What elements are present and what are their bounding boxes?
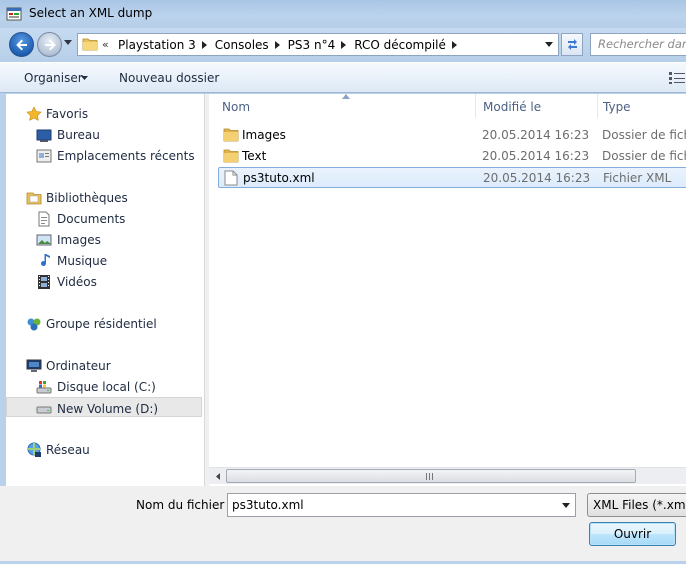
horizontal-scrollbar[interactable] xyxy=(209,467,686,484)
view-options-icon[interactable] xyxy=(669,72,685,84)
nav-item-favorites[interactable]: Favoris xyxy=(6,104,202,124)
picture-icon xyxy=(36,234,52,246)
nav-item-documents[interactable]: Documents xyxy=(6,209,202,229)
column-divider[interactable] xyxy=(597,94,598,118)
breadcrumb-item[interactable]: RCO décompilé xyxy=(352,34,463,55)
scroll-left-button[interactable] xyxy=(209,468,226,484)
homegroup-icon xyxy=(27,318,41,331)
open-button[interactable]: Ouvrir xyxy=(589,522,676,546)
xml-file-icon xyxy=(224,170,238,186)
nav-item-desktop[interactable]: Bureau xyxy=(6,125,202,145)
breadcrumb-overflow[interactable]: « xyxy=(102,38,109,51)
title-bar[interactable]: Select an XML dump xyxy=(0,0,686,28)
drive-icon xyxy=(36,406,52,414)
navigation-pane: Favoris Bureau Emplacements récents Bibl… xyxy=(6,94,204,486)
dialog-footer: Nom du fichier : XML Files (*.xml) Ouvri… xyxy=(0,486,686,564)
search-box[interactable] xyxy=(590,33,686,56)
chevron-right-icon[interactable] xyxy=(446,34,463,55)
nav-item-videos[interactable]: Vidéos xyxy=(6,272,202,292)
breadcrumb-item[interactable]: Consoles xyxy=(213,34,286,55)
command-bar: Organiser Nouveau dossier xyxy=(0,62,686,93)
app-icon xyxy=(6,7,22,21)
system-drive-icon xyxy=(36,381,52,394)
address-dropdown-button[interactable] xyxy=(540,34,558,55)
refresh-button[interactable] xyxy=(561,33,583,56)
nav-item-recent-places[interactable]: Emplacements récents xyxy=(6,146,202,166)
filename-dropdown-button[interactable] xyxy=(557,494,575,516)
column-divider[interactable] xyxy=(475,94,476,118)
nav-item-music[interactable]: Musique xyxy=(6,251,202,271)
filename-label: Nom du fichier : xyxy=(136,498,233,512)
sort-ascending-icon xyxy=(342,94,350,99)
column-header-type[interactable]: Type xyxy=(603,100,631,114)
chevron-right-icon[interactable] xyxy=(196,34,213,55)
nav-item-new-volume-d[interactable]: New Volume (D:) xyxy=(6,397,202,417)
chevron-down-icon xyxy=(562,502,570,508)
film-icon xyxy=(38,275,50,289)
recent-places-icon xyxy=(36,149,52,163)
breadcrumb: Playstation 3 Consoles PS3 n°4 RCO décom… xyxy=(116,34,463,55)
nav-item-homegroup[interactable]: Groupe résidentiel xyxy=(6,314,202,334)
star-icon xyxy=(26,106,42,121)
network-icon xyxy=(27,442,41,457)
nav-item-network[interactable]: Réseau xyxy=(6,440,202,460)
column-header-name[interactable]: Nom xyxy=(222,100,250,114)
breadcrumb-item[interactable]: PS3 n°4 xyxy=(286,34,353,55)
back-button[interactable] xyxy=(9,32,34,57)
folder-icon xyxy=(82,38,98,51)
arrow-right-icon xyxy=(45,39,56,51)
address-row: « Playstation 3 Consoles PS3 n°4 RCO déc… xyxy=(0,28,686,62)
window-title: Select an XML dump xyxy=(29,6,153,20)
chevron-down-icon xyxy=(545,42,553,47)
file-row-ps3tuto-xml[interactable]: ps3tuto.xml 20.05.2014 16:23 Fichier XML xyxy=(218,167,686,188)
search-input[interactable] xyxy=(591,34,686,54)
column-header-modified[interactable]: Modifié le xyxy=(483,100,541,114)
file-row-text[interactable]: Text 20.05.2014 16:23 Dossier de fichier… xyxy=(218,146,686,166)
organize-button[interactable]: Organiser xyxy=(24,71,88,85)
recent-pages-dropdown-icon[interactable] xyxy=(64,40,72,46)
chevron-right-icon[interactable] xyxy=(269,34,286,55)
nav-item-local-disk-c[interactable]: Disque local (C:) xyxy=(6,377,202,397)
folder-icon xyxy=(223,149,239,163)
breadcrumb-item[interactable]: Playstation 3 xyxy=(116,34,213,55)
computer-icon xyxy=(26,359,42,372)
nav-item-pictures[interactable]: Images xyxy=(6,230,202,250)
music-note-icon xyxy=(41,254,50,266)
filename-combobox[interactable] xyxy=(227,493,576,517)
nav-item-libraries[interactable]: Bibliothèques xyxy=(6,188,202,208)
forward-button[interactable] xyxy=(37,32,62,57)
document-icon xyxy=(38,211,50,227)
file-list: Nom Modifié le Type Images 20.05.2014 16… xyxy=(209,94,686,486)
chevron-left-icon xyxy=(215,472,220,480)
refresh-icon xyxy=(568,39,577,50)
file-row-images[interactable]: Images 20.05.2014 16:23 Dossier de fichi… xyxy=(218,125,686,145)
libraries-icon xyxy=(26,192,42,205)
column-headers: Nom Modifié le Type xyxy=(209,94,686,119)
scrollbar-thumb[interactable] xyxy=(226,469,636,483)
new-folder-button[interactable]: Nouveau dossier xyxy=(119,71,219,85)
grip-icon xyxy=(426,473,433,480)
filename-input[interactable] xyxy=(228,494,548,516)
chevron-down-icon xyxy=(81,76,88,80)
folder-icon xyxy=(223,128,239,142)
desktop-icon xyxy=(36,129,52,142)
nav-item-computer[interactable]: Ordinateur xyxy=(6,356,202,376)
address-bar[interactable]: « Playstation 3 Consoles PS3 n°4 RCO déc… xyxy=(77,33,559,56)
chevron-right-icon[interactable] xyxy=(335,34,352,55)
file-type-filter[interactable]: XML Files (*.xml) xyxy=(587,493,686,517)
arrow-left-icon xyxy=(16,39,27,51)
